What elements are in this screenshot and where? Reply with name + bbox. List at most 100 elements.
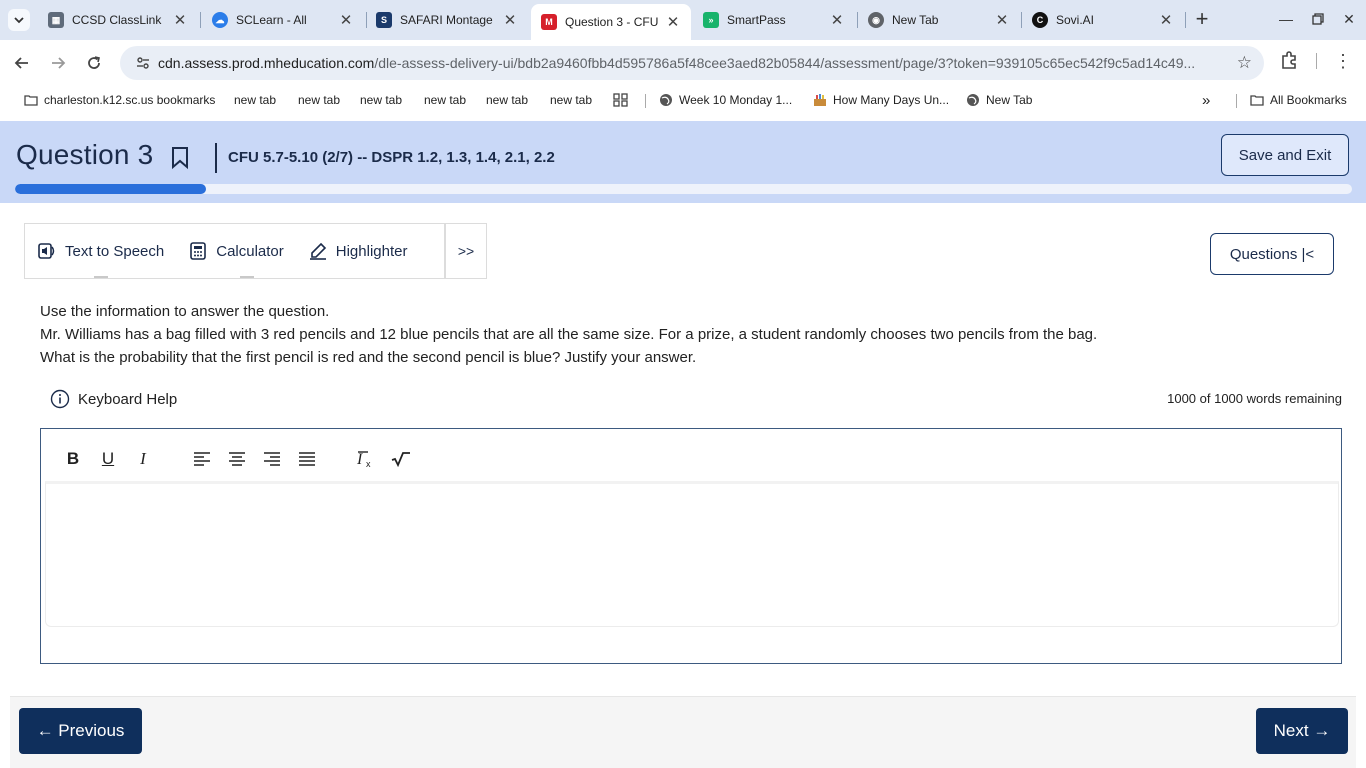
highlighter-button[interactable]: Highlighter [296, 224, 420, 278]
close-icon[interactable]: ✕ [500, 10, 520, 30]
bookmark-new-tab[interactable]: new tab [424, 90, 466, 110]
address-bar[interactable]: cdn.assess.prod.mheducation.com/dle-asse… [120, 46, 1264, 80]
calculator-icon [188, 241, 208, 261]
bookmark-label: new tab [298, 93, 341, 107]
folder-link-icon [24, 93, 38, 107]
bookmark-week-10[interactable]: Week 10 Monday 1... [659, 90, 792, 110]
bookmark-new-tab[interactable]: new tab [234, 90, 276, 110]
tab-title: Sovi.AI [1056, 13, 1095, 27]
new-tab-button[interactable]: + [1190, 8, 1214, 32]
tab-sovi-ai[interactable]: C Sovi.AI ✕ [1022, 6, 1184, 34]
tab-smartpass[interactable]: » SmartPass ✕ [693, 6, 855, 34]
underline-icon[interactable]: U [96, 447, 120, 471]
bookmark-icon [172, 147, 188, 170]
tab-sclearn[interactable]: ☁ SCLearn - All ✕ [202, 6, 364, 34]
bookmark-label: charleston.k12.sc.us bookmarks [44, 93, 216, 107]
bookmark-label: new tab [550, 93, 593, 107]
close-icon[interactable]: ✕ [336, 10, 356, 30]
bookmark-how-many-days[interactable]: How Many Days Un... [813, 90, 949, 110]
bold-icon[interactable]: B [61, 447, 85, 471]
question-line: Use the information to answer the questi… [40, 303, 330, 320]
folder-icon [1250, 93, 1264, 107]
response-textarea[interactable] [45, 481, 1339, 627]
bookmark-new-tab[interactable]: new tab [298, 90, 340, 110]
smartpass-icon: » [703, 12, 719, 28]
tab-separator [1185, 12, 1186, 28]
tab-title: CCSD ClassLink [72, 13, 162, 27]
next-button[interactable]: Next → [1256, 708, 1348, 754]
align-left-icon[interactable] [190, 447, 214, 471]
mheducation-icon: M [541, 14, 557, 30]
math-sqrt-icon[interactable] [389, 447, 413, 471]
bookmark-charleston-folder[interactable]: charleston.k12.sc.us bookmarks [24, 90, 215, 110]
tool-label: Text to Speech [65, 242, 165, 260]
tool-label: Highlighter [335, 242, 408, 260]
previous-button[interactable]: ← Previous [19, 708, 142, 754]
clear-format-icon[interactable]: Ix [354, 447, 378, 471]
save-and-exit-button[interactable]: Save and Exit [1221, 134, 1349, 176]
tab-search-button[interactable] [8, 9, 30, 31]
star-icon[interactable]: ☆ [1237, 53, 1252, 73]
bookmark-new-tab[interactable]: new tab [360, 90, 402, 110]
tab-strip: ▦ CCSD ClassLink ✕ ☁ SCLearn - All ✕ S S… [0, 0, 1366, 40]
sovi-icon: C [1032, 12, 1048, 28]
bookmark-new-tab[interactable]: new tab [486, 90, 528, 110]
tab-ccsd-classlink[interactable]: ▦ CCSD ClassLink ✕ [38, 6, 198, 34]
keyboard-help-button[interactable]: Keyboard Help [50, 389, 177, 409]
bookmark-new-tab[interactable]: new tab [550, 90, 592, 110]
close-icon[interactable]: ✕ [827, 10, 847, 30]
italic-icon[interactable]: I [131, 447, 155, 471]
close-icon[interactable]: ✕ [1156, 10, 1176, 30]
tab-separator [200, 12, 201, 28]
close-window-button[interactable]: ✕ [1334, 6, 1364, 32]
align-right-icon[interactable] [260, 447, 284, 471]
bookmarks-overflow-button[interactable]: » [1202, 90, 1210, 110]
speaker-icon [37, 241, 57, 261]
site-info-icon[interactable] [128, 55, 158, 71]
bookmark-label: New Tab [986, 93, 1033, 107]
chevrons-right-icon: » [1202, 91, 1211, 109]
minimize-button[interactable]: — [1271, 6, 1301, 32]
more-menu-icon[interactable]: ⋮ [1334, 50, 1352, 74]
sclearn-icon: ☁ [212, 12, 228, 28]
text-to-speech-button[interactable]: Text to Speech [25, 224, 176, 278]
arrow-right-icon [52, 57, 66, 69]
safari-montage-icon: S [376, 12, 392, 28]
keyboard-help-label: Keyboard Help [78, 390, 178, 408]
back-button[interactable] [9, 50, 35, 76]
bookmark-new-tab-globe[interactable]: New Tab [966, 90, 1032, 110]
tab-new-tab[interactable]: ◉ New Tab ✕ [858, 6, 1020, 34]
close-icon[interactable]: ✕ [992, 10, 1012, 30]
question-line: What is the probability that the first p… [40, 349, 697, 366]
bookmark-label: new tab [486, 93, 529, 107]
extensions-icon[interactable] [1279, 50, 1301, 72]
url-host: cdn.assess.prod.mheducation.com [158, 55, 375, 71]
align-justify-icon[interactable] [295, 447, 319, 471]
highlighter-icon [308, 241, 328, 261]
apps-grid-icon[interactable] [613, 90, 629, 110]
svg-text:I: I [356, 451, 363, 468]
bookmarks-bar: charleston.k12.sc.us bookmarks new tab n… [0, 86, 1366, 114]
align-center-icon[interactable] [225, 447, 249, 471]
bookmark-question-button[interactable] [170, 146, 192, 170]
tool-indicator [94, 276, 108, 278]
restore-button[interactable] [1303, 6, 1333, 32]
reload-button[interactable] [81, 50, 107, 76]
assessment-title: CFU 5.7-5.10 (2/7) -- DSPR 1.2, 1.3, 1.4… [228, 149, 555, 166]
navigation-footer: ← Previous Next → [10, 696, 1356, 768]
question-stem: Use the information to answer the questi… [40, 300, 1097, 369]
tab-question-3-active[interactable]: M Question 3 - CFU ✕ [531, 4, 691, 40]
close-icon[interactable]: ✕ [663, 12, 683, 32]
all-bookmarks-button[interactable]: All Bookmarks [1250, 90, 1347, 110]
forward-button[interactable] [45, 50, 71, 76]
close-icon[interactable]: ✕ [170, 10, 190, 30]
bookmark-label: How Many Days Un... [833, 93, 950, 107]
tab-title: SmartPass [727, 13, 786, 27]
tab-safari-montage[interactable]: S SAFARI Montage ✕ [366, 6, 528, 34]
tools-bar: Text to Speech Calculator Highlighter >> [24, 223, 487, 279]
bookmark-label: All Bookmarks [1270, 93, 1347, 107]
calculator-button[interactable]: Calculator [176, 224, 296, 278]
more-tools-button[interactable]: >> [444, 224, 486, 278]
chevron-down-icon [14, 17, 24, 24]
questions-panel-button[interactable]: Questions |< [1210, 233, 1334, 275]
